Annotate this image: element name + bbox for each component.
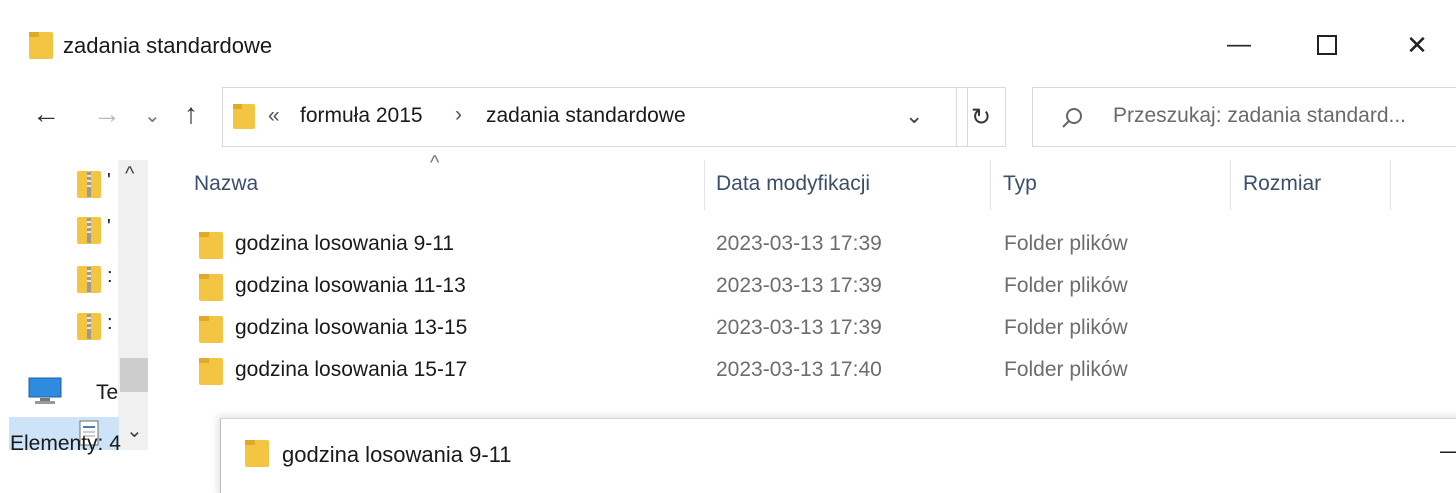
zip-folder-icon [76,264,102,294]
column-divider[interactable] [990,160,991,210]
maximize-icon [1317,35,1337,55]
file-type: Folder plików [1004,316,1128,339]
address-dropdown-button[interactable]: ⌄ [905,103,923,129]
search-icon [1060,106,1084,135]
sidebar-item-label[interactable]: : [107,312,113,335]
minimize-button[interactable]: — [1210,22,1268,68]
file-name: godzina losowania 11-13 [235,274,466,297]
file-name: godzina losowania 13-15 [235,316,468,339]
scroll-up-button[interactable]: ^ [125,163,134,186]
sort-indicator-icon: ^ [430,152,440,174]
breadcrumb-item-formula[interactable]: formuła 2015 [300,104,423,128]
sidebar-item-label[interactable]: Te [96,381,118,405]
breadcrumb-item-current[interactable]: zadania standardowe [486,104,686,128]
file-type: Folder plików [1004,232,1128,255]
search-placeholder: Przeszukaj: zadania standard... [1113,104,1406,127]
column-header-size[interactable]: Rozmiar [1243,172,1321,196]
forward-button[interactable]: → [93,100,121,128]
close-icon: ✕ [1406,29,1428,60]
forward-arrow-icon: → [93,98,121,129]
up-arrow-icon: ↑ [184,98,198,129]
back-arrow-icon: ← [32,98,60,129]
breadcrumb-overflow[interactable]: « [268,104,280,128]
address-folder-icon [232,102,256,130]
zip-folder-icon [76,169,102,199]
sidebar-scrollbar[interactable] [118,160,148,450]
folder-icon [198,230,224,260]
folder-icon [244,438,270,468]
window-title: zadania standardowe [63,33,273,58]
refresh-button[interactable]: ↻ [956,87,1006,147]
file-date: 2023-03-13 17:40 [716,358,882,381]
file-explorer-window: zadania standardowe — ✕ ← → ⌄ ↑ « formuł… [0,0,1456,493]
chevron-down-icon: ⌄ [905,103,924,128]
file-type: Folder plików [1004,274,1128,297]
column-divider[interactable] [1230,160,1231,210]
close-button[interactable]: ✕ [1388,22,1446,68]
column-divider[interactable] [1390,160,1391,210]
chevron-down-icon: ⌄ [144,105,161,127]
status-item-count: Elementy: 4 [10,432,121,455]
refresh-icon: ↻ [970,103,992,131]
column-divider[interactable] [704,160,705,210]
table-row[interactable]: godzina losowania 15-17 2023-03-13 17:40… [190,352,1400,390]
table-row[interactable]: godzina losowania 9-11 2023-03-13 17:39 … [190,226,1400,264]
folder-icon [198,356,224,386]
sidebar-item-label[interactable]: : [107,265,113,288]
sidebar-scroll-thumb[interactable] [120,358,148,392]
back-button[interactable]: ← [32,100,60,128]
file-date: 2023-03-13 17:39 [716,316,882,339]
second-window-minimize-button[interactable]: — [1440,438,1456,464]
minimize-icon: — [1227,31,1251,58]
table-row[interactable]: godzina losowania 11-13 2023-03-13 17:39… [190,268,1400,306]
computer-icon [28,377,62,410]
folder-icon [28,30,54,60]
up-button[interactable]: ↑ [184,100,198,128]
scroll-down-button[interactable]: ⌄ [126,418,143,443]
zip-folder-icon [76,215,102,245]
column-header-date[interactable]: Data modyfikacji [716,172,870,196]
zip-folder-icon [76,311,102,341]
file-name: godzina losowania 9-11 [235,232,455,255]
sidebar-item-label[interactable]: ' [107,216,111,239]
file-date: 2023-03-13 17:39 [716,232,882,255]
breadcrumb-separator[interactable]: › [455,103,462,127]
maximize-button[interactable] [1298,22,1356,68]
sidebar-item-label[interactable]: ' [107,170,111,193]
file-name: godzina losowania 15-17 [235,358,468,381]
second-window-title: godzina losowania 9-11 [282,442,512,467]
recent-locations-button[interactable]: ⌄ [144,103,161,128]
table-row[interactable]: godzina losowania 13-15 2023-03-13 17:39… [190,310,1400,348]
column-header-name[interactable]: Nazwa [194,172,258,196]
file-date: 2023-03-13 17:39 [716,274,882,297]
column-header-type[interactable]: Typ [1003,172,1037,196]
folder-icon [198,272,224,302]
file-type: Folder plików [1004,358,1128,381]
folder-icon [198,314,224,344]
